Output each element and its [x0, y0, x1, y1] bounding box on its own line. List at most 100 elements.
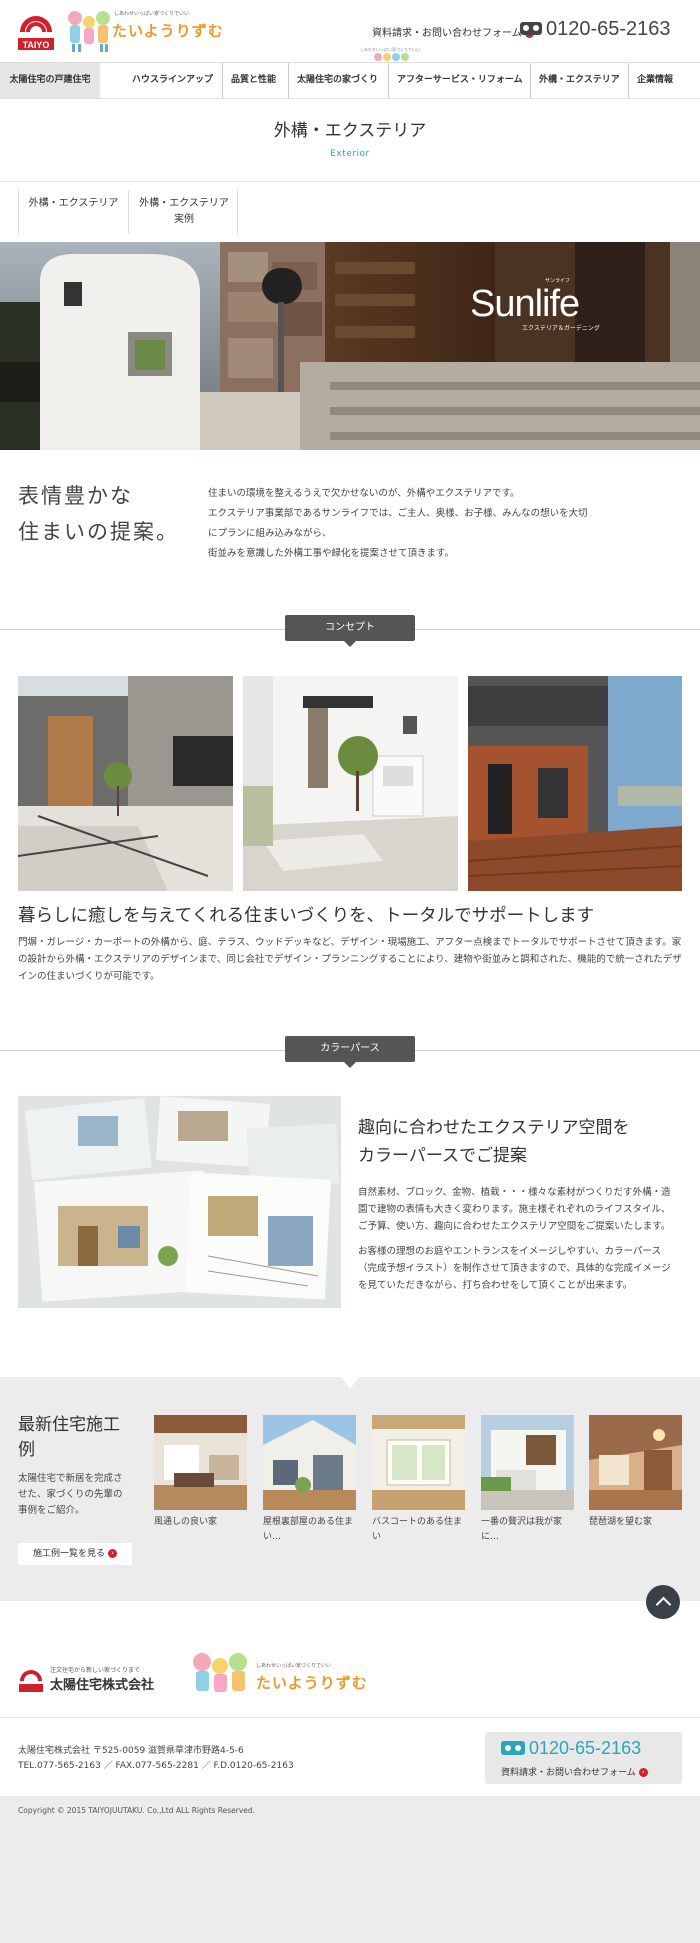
sunlife-sub-text: エクステリア＆ガーデニング [522, 324, 600, 332]
nav-item-exterior[interactable]: 外構・エクステリア [530, 63, 628, 98]
case-card-5[interactable]: 琵琶湖を望む家 [589, 1415, 682, 1530]
concept-section-header: コンセプト [0, 615, 700, 647]
color-perse-heading-line2: カラーパースでご提案 [358, 1146, 527, 1166]
intro-text-line: エクステリア事業部であるサンライフでは、ご主人、奥様、お子様、みんなの想いを大切 [208, 508, 588, 519]
request-form-link[interactable]: 資料請求・お問い合わせフォーム› [372, 24, 534, 39]
intro-text-line: 街並みを意識した外構工事や緑化を提案させて頂きます。 [208, 548, 455, 559]
case-thumbnail [372, 1415, 465, 1510]
kids-logo-text: たいようりずむ [112, 22, 224, 40]
intro-heading: 表情豊かな 住まいの提案。 [18, 478, 179, 550]
nav-item-detached-house[interactable]: 太陽住宅の戸建住宅 [0, 63, 100, 98]
subnav-exterior-examples[interactable]: 外構・エクステリア 実例 [129, 190, 239, 234]
hero-image: Sunlife サンライフ エクステリア＆ガーデニング [0, 242, 700, 450]
hero-photo: Sunlife サンライフ エクステリア＆ガーデニング [0, 242, 700, 450]
freedial-icon [520, 22, 542, 35]
concept-photo-3 [468, 676, 682, 891]
case-caption: 琵琶湖を望む家 [589, 1517, 653, 1527]
cases-description: 太陽住宅で新居を完成させた、家づくりの先輩の事例をご紹介。 [18, 1473, 123, 1516]
footer-request-link[interactable]: 資料請求・お問い合わせフォーム › [501, 1765, 648, 1778]
nav-label: ハウスラインアップ [132, 75, 214, 85]
footer-mascot-tagline: しあわせいっぱい家づくりでいい [256, 1663, 332, 1669]
concept-photo-1 [18, 676, 233, 891]
nav-label: 企業情報 [637, 75, 674, 85]
nav-item-quality[interactable]: 品質と性能 [222, 63, 284, 98]
footer-company-logo[interactable]: 注文住宅から新しい家づくりまで 太陽住宅株式会社 [18, 1665, 178, 1693]
concept-photo-2 [243, 676, 458, 891]
case-caption: 一番の贅沢は我が家に… [481, 1517, 563, 1542]
footer-mascot-text: たいようりずむ [256, 1674, 368, 1692]
footer-mascot-logo: しあわせいっぱい家づくりでいい たいようりずむ [190, 1648, 367, 1700]
tag-pointer [344, 1062, 356, 1068]
divider [0, 181, 700, 182]
svg-text:TAIYO: TAIYO [23, 40, 50, 50]
footer-tel-number: 0120-65-2163 [529, 1738, 642, 1758]
scroll-to-top-button[interactable] [646, 1585, 680, 1619]
case-card-4[interactable]: 一番の贅沢は我が家に… [481, 1415, 574, 1545]
case-thumbnail [154, 1415, 247, 1510]
site-header: TAIYO しあわせいっぱい家づくりでいい たいようりずむ 資料請求・お問い合わ… [0, 0, 700, 62]
nav-item-company[interactable]: 企業情報 [628, 63, 681, 98]
footer-logo-tagline: 注文住宅から新しい家づくりまで [50, 1667, 141, 1674]
copyright-bar: Copyright © 2015 TAIYOJUUTAKU. Co.,Ltd A… [0, 1796, 700, 1943]
footer-freedial[interactable]: 0120-65-2163 [501, 1738, 641, 1759]
section-pointer [341, 1377, 359, 1389]
color-perse-tag: カラーパース [285, 1036, 415, 1062]
taiyo-mark-icon [19, 1670, 43, 1692]
svg-text:しあわせいっぱい家づくりでいい: しあわせいっぱい家づくりでいい [360, 46, 420, 52]
kids-logo-tagline: しあわせいっぱい家づくりでいい [114, 11, 190, 17]
subnav-label: 外構・エクステリア 実例 [139, 198, 229, 225]
latest-cases-section: 最新住宅施工例 太陽住宅で新居を完成させた、家づくりの先輩の事例をご紹介。 施工… [0, 1377, 700, 1601]
tag-pointer [344, 641, 356, 647]
taiyou-rhythm-logo: しあわせいっぱい家づくりでいい たいようりずむ [112, 10, 232, 50]
mascot-illustration [68, 11, 110, 52]
view-cases-button[interactable]: 施工例一覧を見る › [18, 1543, 132, 1565]
footer-request-label: 資料請求・お問い合わせフォーム [501, 1768, 636, 1778]
color-perse-section-header: カラーパース [0, 1036, 700, 1068]
nav-label: 品質と性能 [231, 75, 277, 85]
case-thumbnail [263, 1415, 356, 1510]
intro-text: 住まいの環境を整えるうえで欠かせないのが、外構やエクステリアです。 エクステリア… [208, 484, 684, 564]
global-nav: 太陽住宅の戸建住宅 ハウスラインアップ 品質と性能 太陽住宅の家づくり アフター… [0, 62, 700, 99]
footer-company-name: 太陽住宅株式会社 [50, 1678, 155, 1693]
page-subtitle: Exterior [330, 149, 370, 159]
color-perse-paragraph: 自然素材、ブロック、金物、植栽・・・様々な素材がつくりだす外構・造園で建物の表情… [358, 1187, 671, 1232]
intro-heading-line1: 表情豊かな [18, 484, 133, 508]
case-card-1[interactable]: 風通しの良い家 [154, 1415, 247, 1530]
color-perse-heading: 趣向に合わせたエクステリア空間を カラーパースでご提案 [358, 1114, 688, 1170]
concept-heading: 暮らしに癒しを与えてくれる住まいづくりを、トータルでサポートします [18, 906, 595, 926]
intro-text-line: にプランに組み込みながら、 [208, 528, 332, 539]
nav-item-lineup[interactable]: ハウスラインアップ [124, 63, 221, 98]
view-cases-label: 施工例一覧を見る [32, 1549, 105, 1559]
page-title: 外構・エクステリア [273, 121, 427, 141]
concept-text: 門塀・ガレージ・カーポートの外構から、庭、テラス、ウッドデッキなど、デザイン・現… [18, 937, 682, 982]
color-perse-heading-line1: 趣向に合わせたエクステリア空間を [358, 1118, 630, 1138]
mascot-illustration [193, 1653, 247, 1692]
sunlife-ruby-text: サンライフ [545, 278, 570, 284]
case-card-3[interactable]: バスコートのある住まい [372, 1415, 465, 1545]
small-mascot-logo: しあわせいっぱい家づくりでいい [360, 46, 420, 61]
nav-label: 太陽住宅の家づくり [297, 75, 379, 85]
case-card-2[interactable]: 屋根裏部屋のある住まい… [263, 1415, 356, 1545]
color-perse-text: 自然素材、ブロック、金物、植栽・・・様々な素材がつくりだす外構・造園で建物の表情… [358, 1184, 678, 1294]
nav-label: アフターサービス・リフォーム [397, 75, 523, 85]
divider [0, 1717, 700, 1718]
subnav-exterior[interactable]: 外構・エクステリア [19, 190, 129, 234]
nav-item-after-service[interactable]: アフターサービス・リフォーム [388, 63, 531, 98]
header-freedial[interactable]: 0120-65-2163 [520, 18, 671, 41]
freedial-icon [501, 1741, 525, 1755]
case-caption: バスコートのある住まい [372, 1517, 463, 1542]
request-form-label: 資料請求・お問い合わせフォーム [372, 28, 522, 39]
sub-navigation: 外構・エクステリア 外構・エクステリア 実例 [18, 190, 238, 234]
nav-item-house-building[interactable]: 太陽住宅の家づくり [288, 63, 386, 98]
taiyo-logo[interactable]: TAIYO [16, 8, 56, 52]
copyright-text: Copyright © 2015 TAIYOJUUTAKU. Co.,Ltd A… [18, 1806, 256, 1815]
case-thumbnail [481, 1415, 574, 1510]
footer-contact-box[interactable]: 0120-65-2163 資料請求・お問い合わせフォーム › [485, 1732, 682, 1784]
intro-heading-line2: 住まいの提案。 [18, 520, 179, 544]
cases-heading: 最新住宅施工例 [18, 1415, 120, 1460]
header-tel-number: 0120-65-2163 [546, 18, 671, 40]
color-perse-paragraph: お客様の理想のお庭やエントランスをイメージしやすい、カラーパース（完成予想イラス… [358, 1246, 671, 1291]
case-caption: 風通しの良い家 [154, 1517, 218, 1527]
concept-tag: コンセプト [285, 615, 415, 641]
case-thumbnail [589, 1415, 682, 1510]
